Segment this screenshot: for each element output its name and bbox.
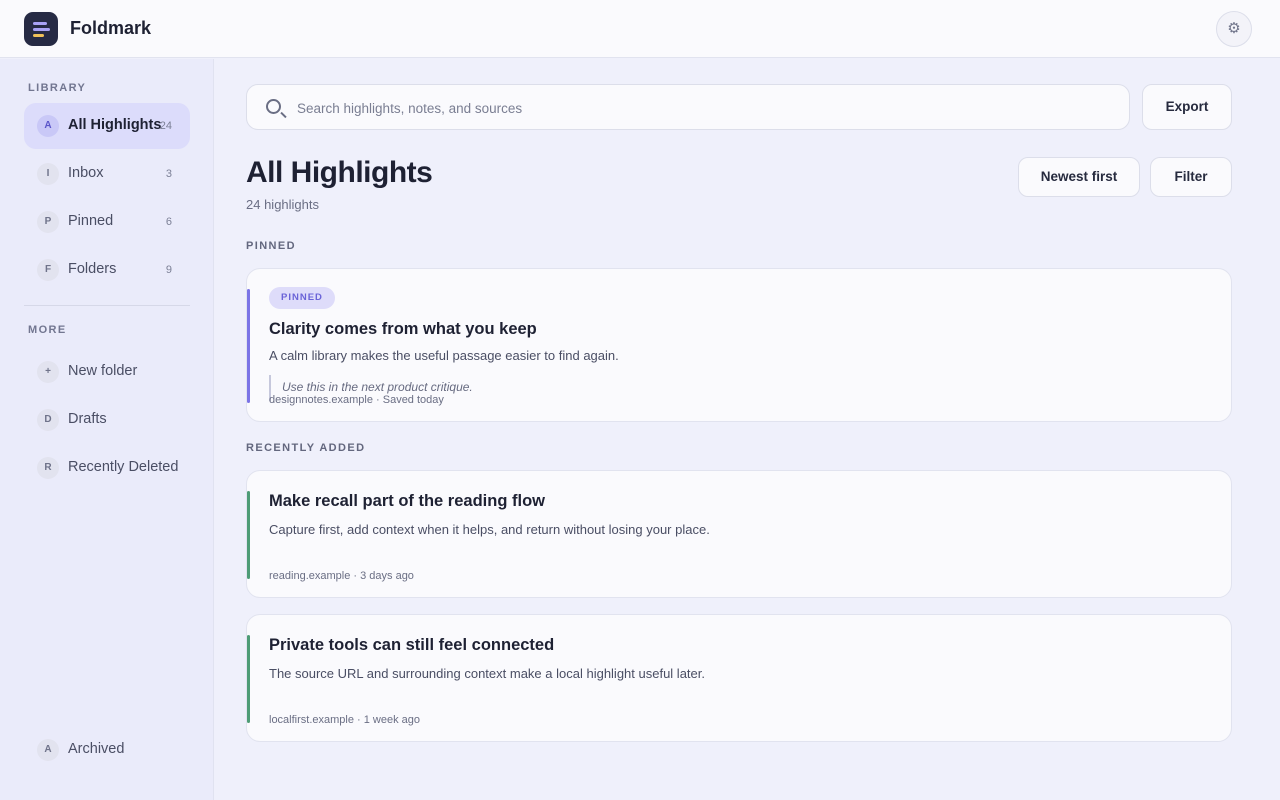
sidebar-item-label: New folder — [68, 363, 138, 379]
sidebar-item-inbox[interactable]: I Inbox 3 — [24, 151, 190, 197]
pinned-section-label: PINNED — [246, 240, 296, 252]
sidebar-item-all-highlights[interactable]: A All Highlights 24 — [24, 103, 190, 149]
card-accent-bar — [247, 635, 250, 723]
sidebar-item-label: Inbox — [68, 165, 104, 181]
highlight-card[interactable]: Private tools can still feel connected T… — [246, 614, 1232, 742]
card-source: reading.example · 3 days ago — [269, 570, 414, 582]
sidebar-item-label: Archived — [68, 741, 125, 757]
library-section-label: LIBRARY — [28, 82, 87, 94]
filter-button[interactable]: Filter — [1150, 157, 1232, 197]
sidebar-divider — [24, 305, 190, 306]
card-text: Capture first, add context when it helps… — [269, 522, 710, 537]
nav-badge: D — [37, 409, 59, 431]
search-icon — [266, 99, 281, 114]
nav-badge: A — [37, 739, 59, 761]
sidebar-item-folders[interactable]: F Folders 9 — [24, 247, 190, 293]
sidebar-item-count: 24 — [159, 120, 172, 132]
plus-icon: + — [37, 361, 59, 383]
gear-icon: ⚙ — [1227, 20, 1241, 37]
search-input[interactable] — [297, 97, 1097, 119]
highlight-card[interactable]: PINNED Clarity comes from what you keep … — [246, 268, 1232, 422]
sidebar-item-label: All Highlights — [68, 117, 162, 133]
card-source: designnotes.example · Saved today — [269, 394, 444, 406]
card-accent-bar — [247, 289, 250, 403]
card-title: Make recall part of the reading flow — [269, 492, 545, 510]
sidebar-item-pinned[interactable]: P Pinned 6 — [24, 199, 190, 245]
sidebar-item-count: 6 — [165, 216, 172, 228]
sidebar-item-count: 9 — [165, 264, 172, 276]
card-accent-bar — [247, 491, 250, 579]
nav-badge: R — [37, 457, 59, 479]
page-title: All Highlights — [246, 156, 433, 189]
settings-button[interactable]: ⚙ — [1216, 11, 1252, 47]
sidebar-item-label: Folders — [68, 261, 117, 277]
sidebar-item-label: Recently Deleted — [68, 459, 179, 475]
card-title: Private tools can still feel connected — [269, 636, 555, 654]
sidebar-item-drafts[interactable]: D Drafts — [24, 397, 190, 443]
card-text: A calm library makes the useful passage … — [269, 348, 619, 363]
nav-badge: I — [37, 163, 59, 185]
top-bar: Foldmark ⚙ — [0, 0, 1280, 58]
card-source: localfirst.example · 1 week ago — [269, 714, 421, 726]
sidebar-item-label: Drafts — [68, 411, 107, 427]
app-logo[interactable] — [24, 12, 58, 46]
nav-badge: F — [37, 259, 59, 281]
sidebar: LIBRARY A All Highlights 24 I Inbox 3 P … — [0, 59, 214, 800]
card-text: The source URL and surrounding context m… — [269, 666, 705, 681]
highlight-card[interactable]: Make recall part of the reading flow Cap… — [246, 470, 1232, 598]
export-button[interactable]: Export — [1142, 84, 1232, 130]
card-title: Clarity comes from what you keep — [269, 320, 537, 338]
sort-button[interactable]: Newest first — [1018, 157, 1140, 197]
nav-badge: P — [37, 211, 59, 233]
logo-line — [33, 28, 50, 31]
sidebar-item-archived[interactable]: A Archived — [24, 727, 190, 773]
logo-line — [33, 34, 44, 37]
sidebar-item-recently-deleted[interactable]: R Recently Deleted — [24, 445, 190, 491]
pinned-badge: PINNED — [269, 287, 335, 309]
highlight-count: 24 highlights — [246, 197, 319, 212]
search-bar[interactable] — [246, 84, 1130, 130]
recent-section-label: RECENTLY ADDED — [246, 442, 366, 454]
sidebar-item-count: 3 — [165, 168, 172, 180]
app-name: Foldmark — [70, 18, 152, 38]
sidebar-item-label: Pinned — [68, 213, 114, 229]
logo-line — [33, 22, 47, 25]
more-section-label: MORE — [28, 324, 67, 336]
sidebar-item-new-folder[interactable]: + New folder — [24, 349, 190, 395]
nav-badge: A — [37, 115, 59, 137]
